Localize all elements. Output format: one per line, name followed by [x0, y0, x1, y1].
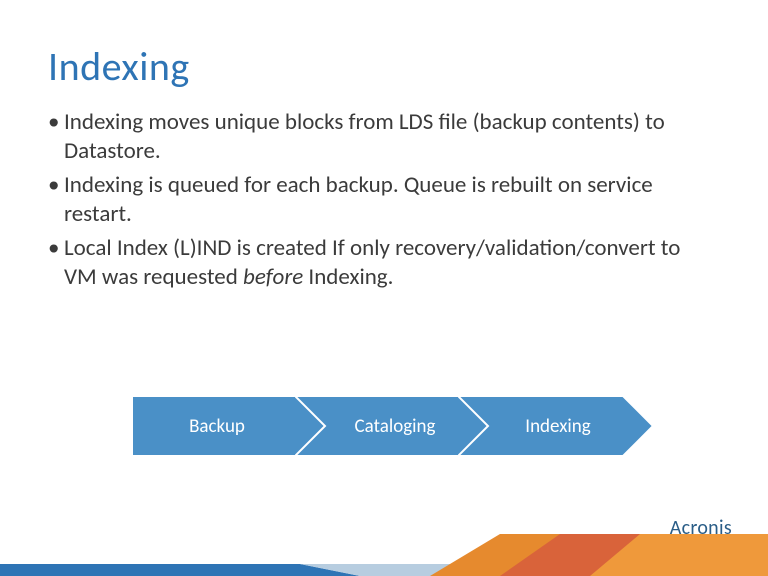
slide-title: Indexing — [48, 42, 190, 91]
process-step-label: Indexing — [483, 396, 633, 456]
bullet-text: Indexing. — [303, 263, 393, 291]
brand-logo: Acronis — [670, 516, 732, 540]
bullet-item: Indexing moves unique blocks from LDS fi… — [48, 108, 708, 167]
bullet-item: Indexing is queued for each backup. Queu… — [48, 171, 708, 230]
process-step-indexing: Indexing — [458, 396, 653, 456]
bullet-item: Local Index (L)IND is created If only re… — [48, 234, 708, 293]
bullet-list: Indexing moves unique blocks from LDS fi… — [48, 108, 708, 297]
process-step-label: Cataloging — [320, 396, 470, 456]
bullet-em: before — [243, 263, 303, 291]
process-step-label: Backup — [142, 396, 292, 456]
footer-decoration — [0, 534, 768, 576]
process-flow: Backup Cataloging Indexing — [132, 396, 652, 456]
